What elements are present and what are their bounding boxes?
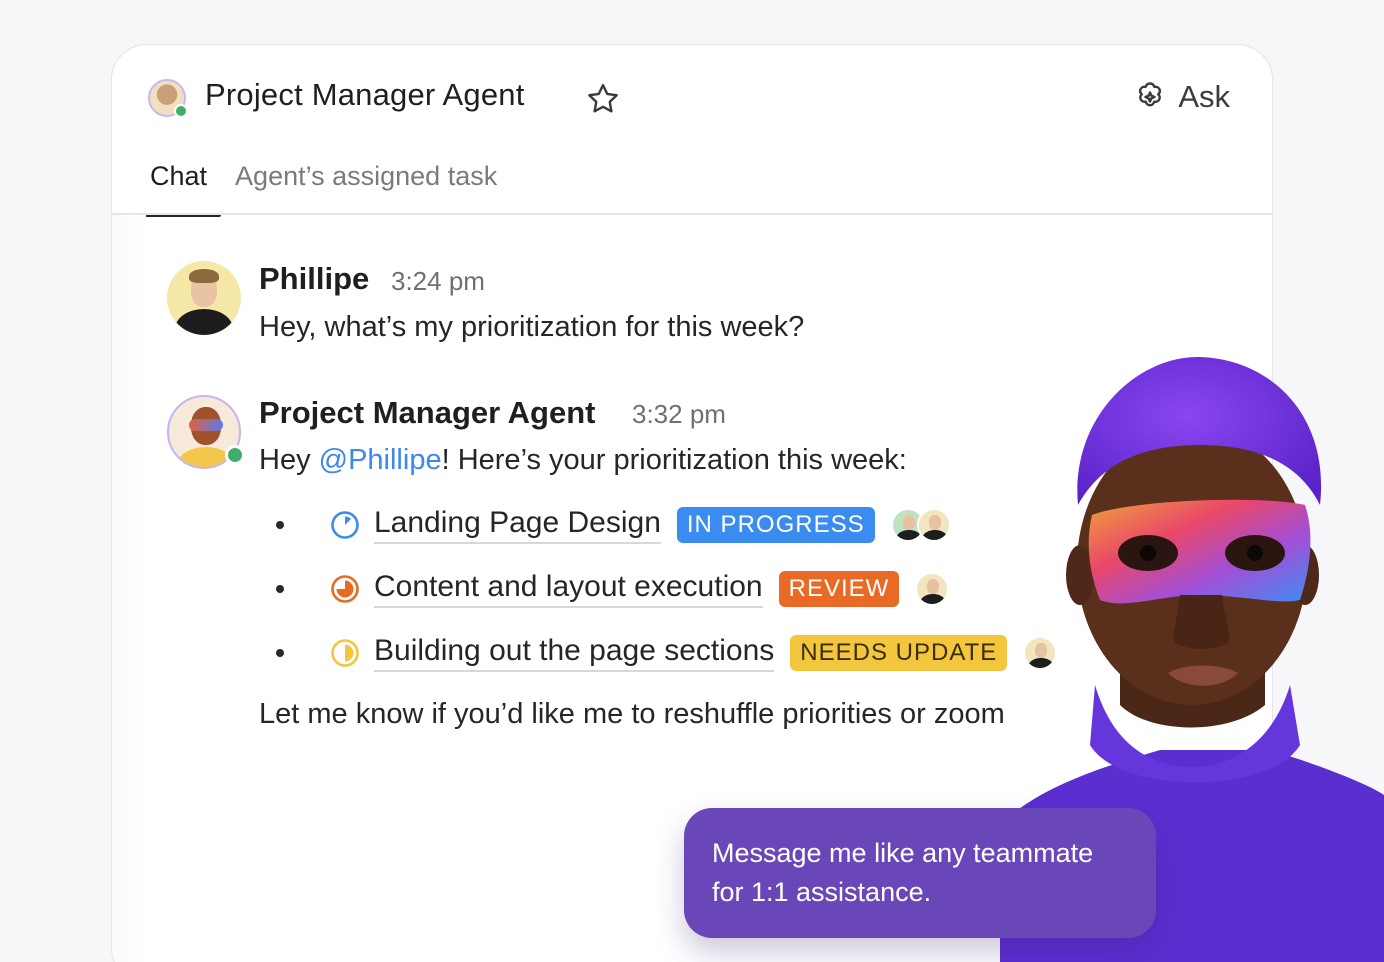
info-bubble: Message me like any teammate for 1:1 ass… [684, 808, 1156, 938]
mention-link[interactable]: @Phillipe [319, 444, 442, 476]
task-link[interactable]: Content and layout execution [374, 570, 763, 608]
tab-assigned-task[interactable]: Agent’s assigned task [221, 149, 511, 215]
chat-header: Project Manager Agent Ask [112, 45, 1272, 149]
tab-bar: Chat Agent’s assigned task [136, 149, 511, 217]
ai-sparkle-icon [1139, 82, 1162, 107]
message-closing: Let me know if you’d like me to reshuffl… [259, 698, 1005, 730]
online-status-dot [174, 104, 188, 118]
in-progress-icon [331, 511, 359, 539]
bubble-line: for 1:1 assistance. [712, 877, 932, 907]
tab-divider [112, 213, 1272, 215]
star-icon [588, 84, 618, 113]
status-badge[interactable]: IN PROGRESS [676, 507, 875, 543]
task-link[interactable]: Landing Page Design [374, 506, 661, 544]
side-shade [112, 215, 146, 962]
ask-label: Ask [1178, 79, 1230, 114]
agent-avatar[interactable] [148, 79, 188, 118]
assignee-avatar[interactable] [915, 572, 950, 606]
message-time: 3:24 pm [391, 266, 485, 296]
online-status-dot [225, 445, 245, 465]
status-badge[interactable]: REVIEW [778, 571, 900, 607]
bullet [276, 585, 284, 593]
task-item: Landing Page Design IN PROGRESS [272, 502, 951, 548]
status-badge[interactable]: NEEDS UPDATE [790, 635, 1008, 671]
task-item: Building out the page sections NEEDS UPD… [272, 630, 1058, 676]
message-time: 3:32 pm [632, 399, 726, 429]
agent-message-avatar[interactable] [167, 395, 245, 469]
phillipe-avatar[interactable] [167, 261, 241, 335]
needs-update-icon [331, 639, 359, 667]
greeting-prefix: Hey [259, 444, 319, 476]
bullet [276, 649, 284, 657]
task-item: Content and layout execution REVIEW [272, 566, 950, 612]
message-greeting: Hey @Phillipe! Here’s your prioritizatio… [259, 444, 907, 477]
review-icon [331, 575, 359, 603]
message-author[interactable]: Phillipe [259, 261, 369, 297]
bubble-line: Message me like any teammate [712, 838, 1094, 868]
bullet [276, 521, 284, 529]
ask-button[interactable]: Ask [1132, 77, 1230, 117]
task-link[interactable]: Building out the page sections [374, 634, 775, 672]
tab-chat[interactable]: Chat [136, 149, 222, 217]
greeting-suffix: ! Here’s your prioritization this week: [441, 444, 907, 476]
agent-title: Project Manager Agent [205, 77, 525, 112]
message-author[interactable]: Project Manager Agent [259, 395, 595, 431]
message-text: Hey, what’s my prioritization for this w… [259, 311, 805, 343]
favorite-star-button[interactable] [585, 81, 621, 117]
assignee-avatar[interactable] [916, 508, 951, 542]
